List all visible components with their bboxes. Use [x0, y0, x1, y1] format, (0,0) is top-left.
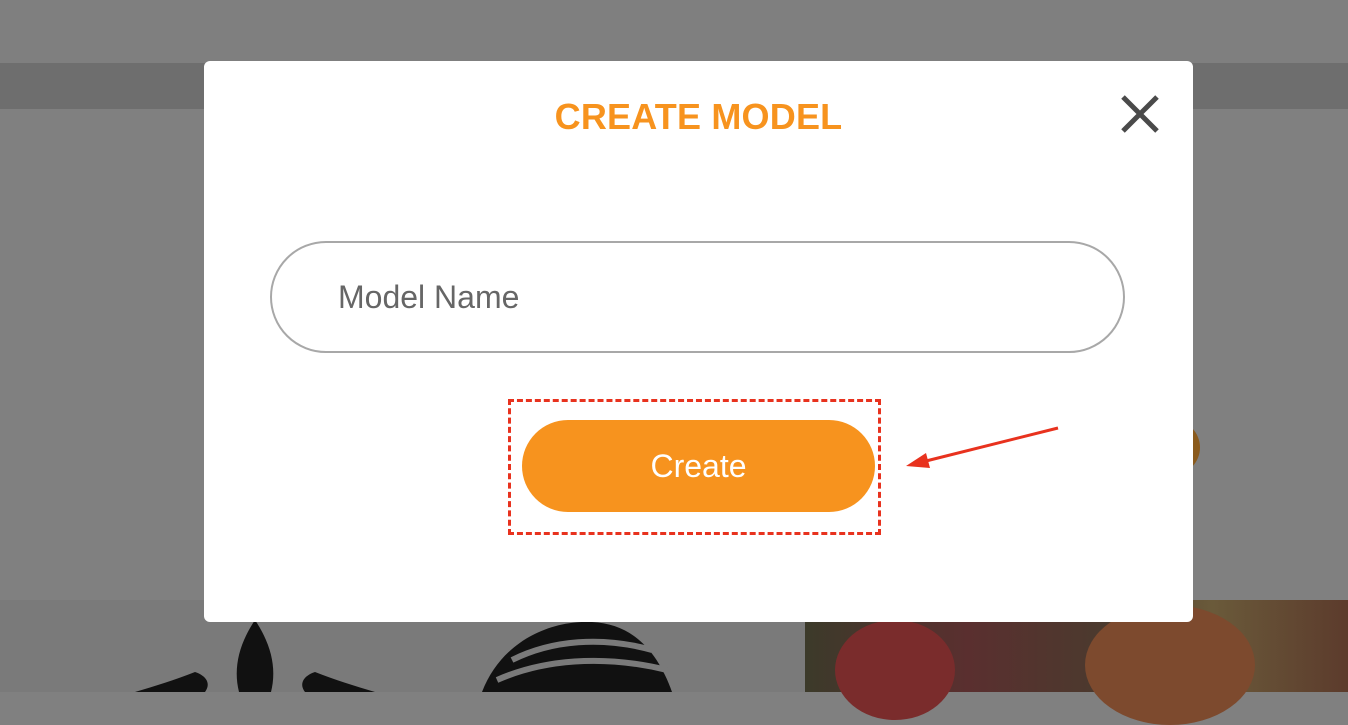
brand-logo-globe-icon	[482, 621, 672, 692]
create-button[interactable]: Create	[522, 420, 875, 512]
create-model-dialog: CREATE MODEL Create	[204, 61, 1193, 622]
close-button[interactable]	[1117, 91, 1163, 137]
apple-shape	[835, 620, 955, 720]
background-top-bar	[0, 0, 1348, 63]
close-icon	[1121, 95, 1159, 133]
model-name-input[interactable]	[270, 241, 1125, 353]
brand-logo-trefoil-icon	[135, 620, 375, 692]
apple-shape	[1085, 605, 1255, 725]
dialog-title: CREATE MODEL	[554, 96, 843, 137]
arrow-icon	[906, 426, 1059, 468]
